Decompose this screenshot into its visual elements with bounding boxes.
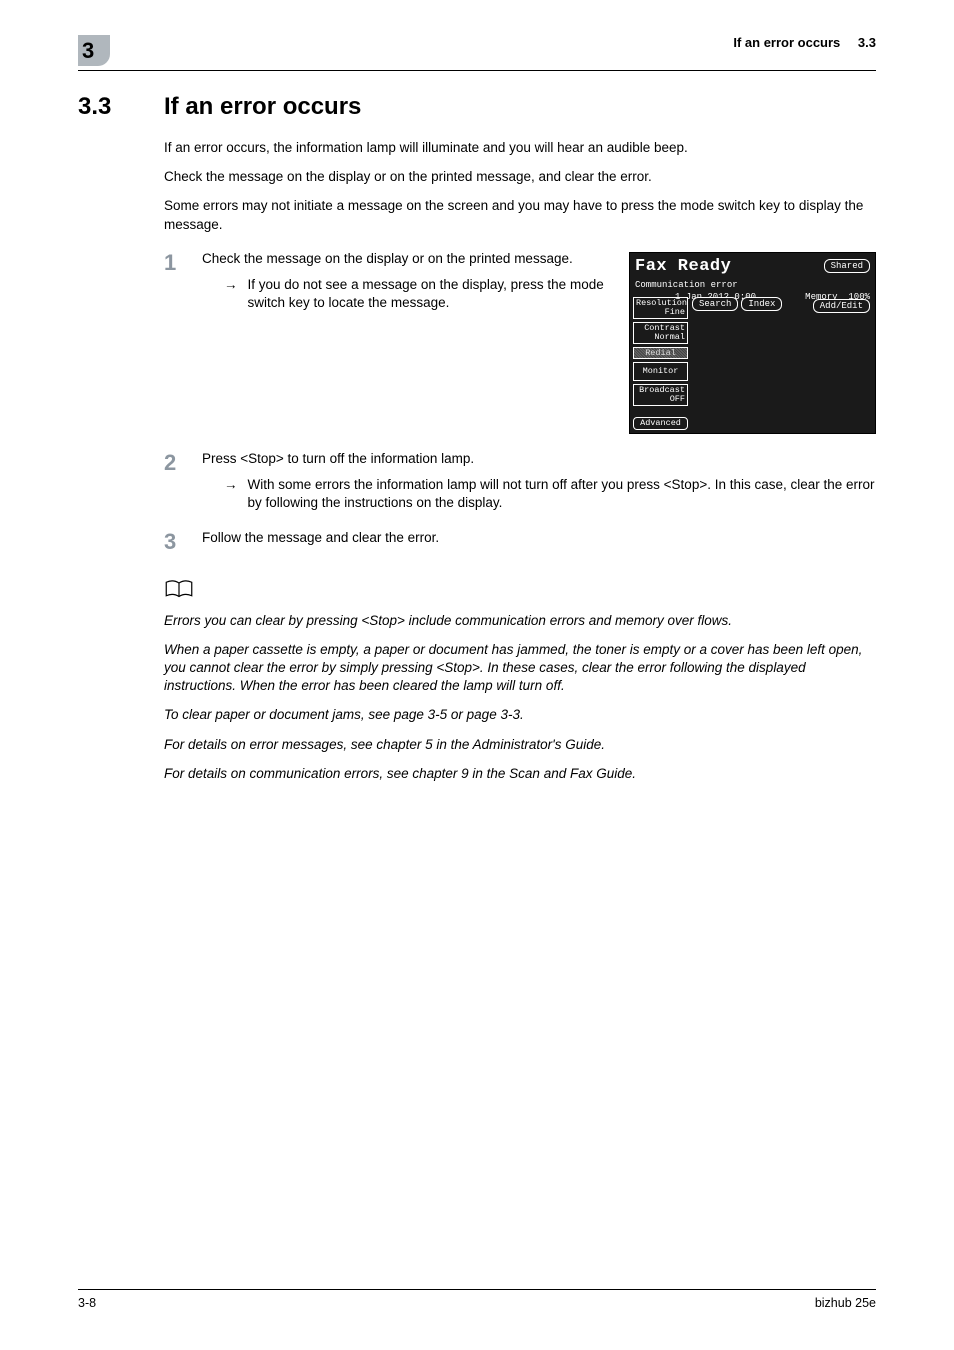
section-heading: 3.3 If an error occurs [78,93,876,121]
fax-addedit-button: Add/Edit [813,299,870,313]
footer-rule [78,1289,876,1290]
arrow-icon: → [224,476,238,512]
section-number: 3.3 [78,93,164,121]
fax-broadcast: BroadcastOFF [633,384,688,406]
step-2-text: Press <Stop> to turn off the information… [202,450,876,468]
fax-redial: Redial [633,347,688,360]
step-1-bullet: If you do not see a message on the displ… [248,276,620,312]
note-2: When a paper cassette is empty, a paper … [164,641,876,696]
step-2-number: 2 [164,450,202,476]
step-2-bullet: With some errors the information lamp wi… [248,476,877,512]
note-1: Errors you can clear by pressing <Stop> … [164,612,876,630]
step-3: 3 Follow the message and clear the error… [164,529,876,555]
intro-para-2: Check the message on the display or on t… [164,168,876,186]
arrow-icon: → [224,276,238,312]
page-footer: 3-8 bizhub 25e [78,1289,876,1310]
step-2: 2 Press <Stop> to turn off the informati… [164,450,876,513]
header-title-text: If an error occurs [733,35,840,50]
step-3-number: 3 [164,529,202,555]
fax-shared-button: Shared [824,259,870,273]
header-section-num: 3.3 [858,35,876,50]
page-header: 3 If an error occurs 3.3 [78,35,876,66]
step-1-text: Check the message on the display or on t… [202,250,619,268]
chapter-tab: 3 [78,35,110,66]
fax-search-button: Search [692,297,738,311]
book-icon [164,577,876,606]
fax-monitor: Monitor [633,362,688,381]
fax-index-button: Index [741,297,782,311]
header-title: If an error occurs 3.3 [733,35,876,50]
intro-para-1: If an error occurs, the information lamp… [164,139,876,157]
step-3-text: Follow the message and clear the error. [202,529,876,547]
note-5: For details on communication errors, see… [164,765,876,783]
product-name: bizhub 25e [815,1296,876,1310]
fax-advanced: Advanced [633,417,688,430]
note-4: For details on error messages, see chapt… [164,736,876,754]
section-title: If an error occurs [164,93,361,121]
note-3: To clear paper or document jams, see pag… [164,706,876,724]
fax-display-image: Fax Ready Communication error 1 Jan 2012… [629,252,876,434]
fax-contrast: ContrastNormal [633,322,688,344]
intro-para-3: Some errors may not initiate a message o… [164,197,876,233]
header-rule [78,70,876,71]
fax-status: Communication error [635,279,738,291]
step-1-number: 1 [164,250,202,276]
step-1: 1 Check the message on the display or on… [164,250,876,434]
fax-resolution: ResolutionFine [633,297,688,319]
page-number: 3-8 [78,1296,96,1310]
